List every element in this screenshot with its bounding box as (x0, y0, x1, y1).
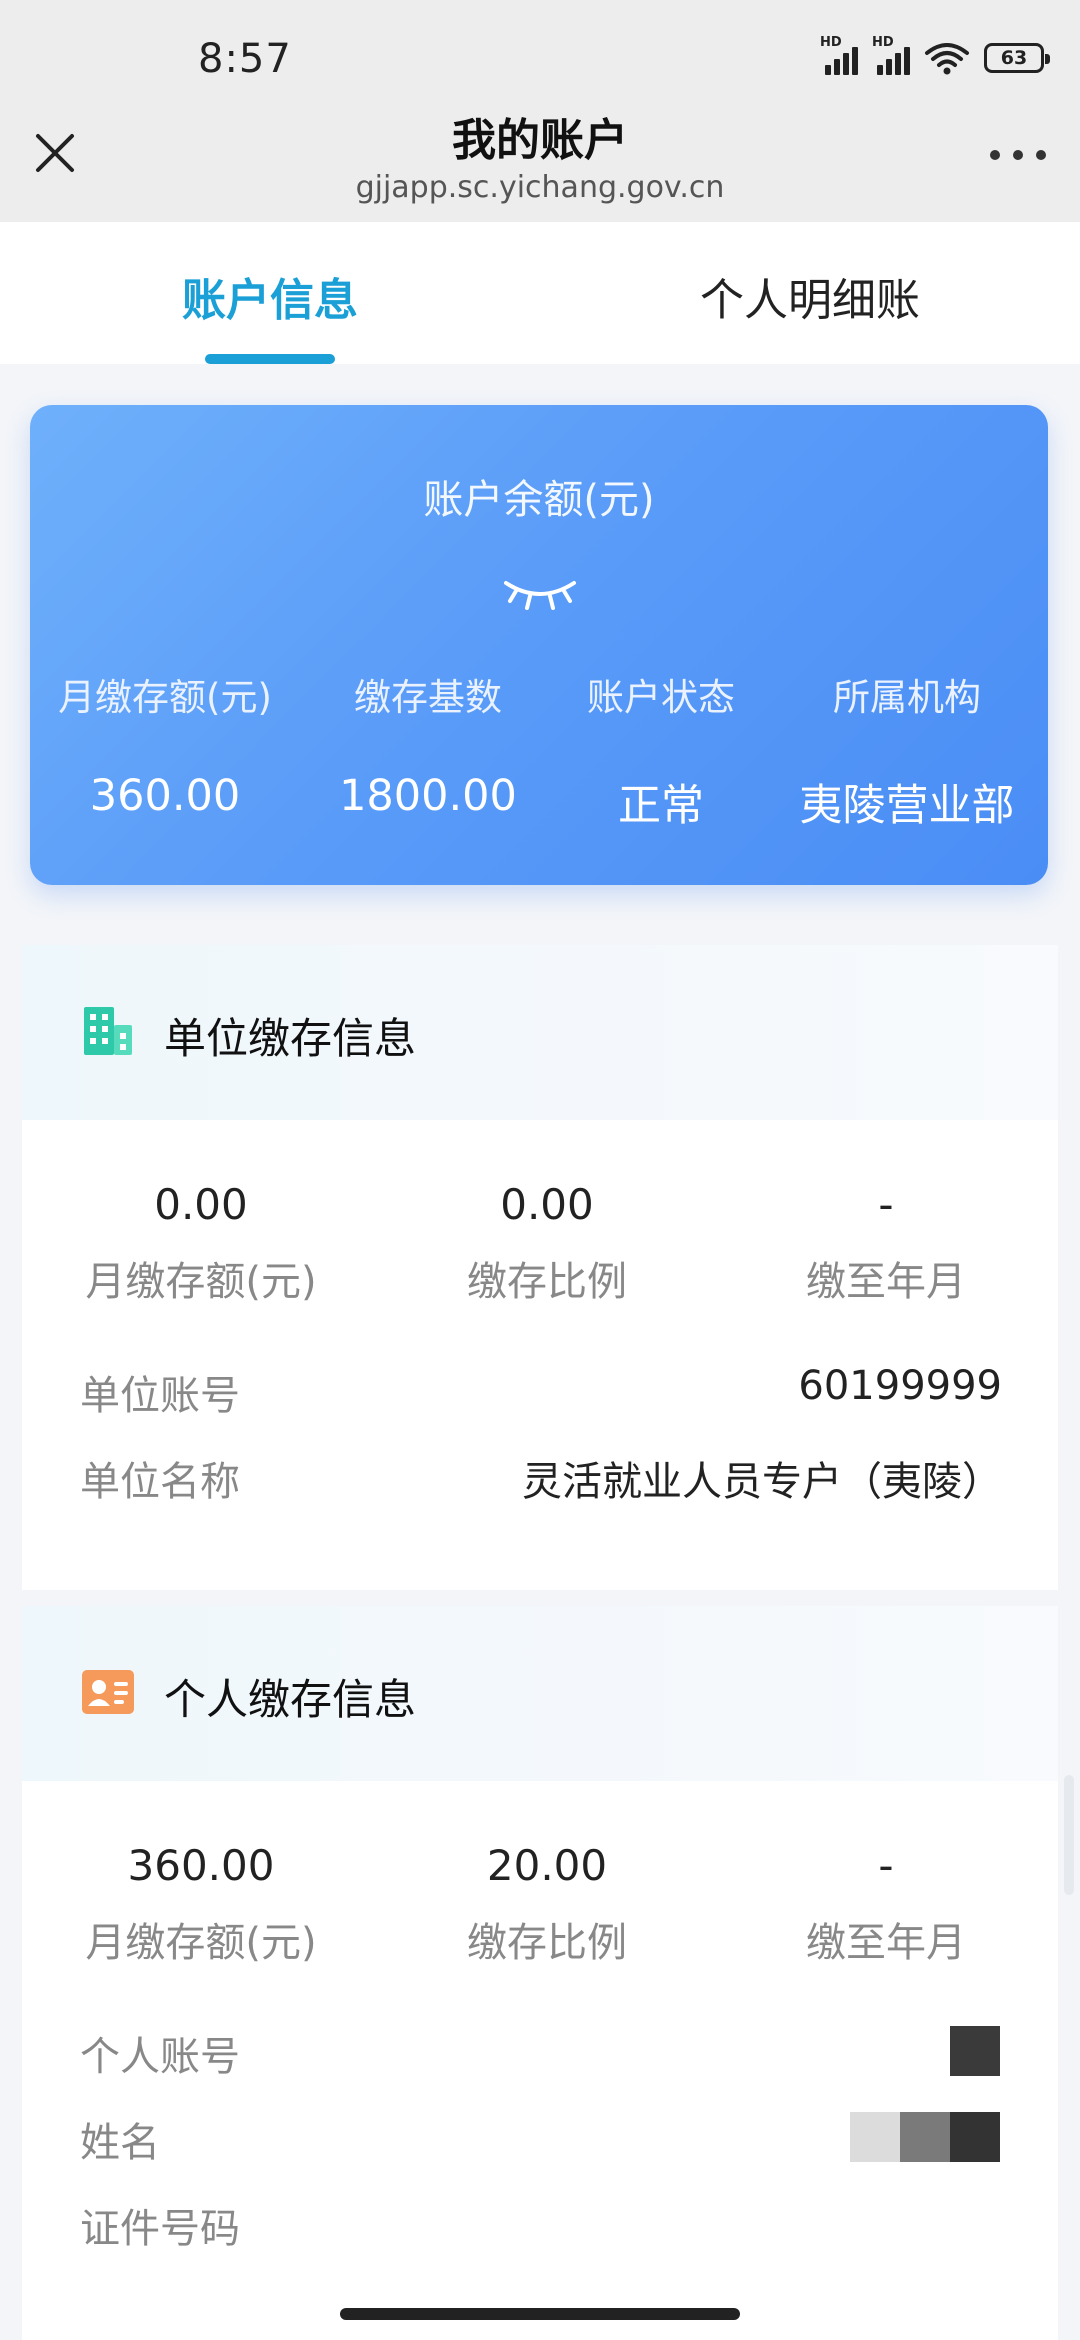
home-indicator[interactable] (340, 2308, 740, 2320)
balance-stats: 月缴存额(元) 360.00 缴存基数 1800.00 账户状态 正常 所属机构… (30, 667, 1048, 833)
unit-name: 灵活就业人员专户（夷陵） (522, 1459, 1002, 1505)
balance-card: 账户余额(元) 月缴存额(元) 360.00 缴存基数 1800.00 账户状态… (30, 405, 1048, 885)
row-label: 单位名称 (80, 1459, 240, 1505)
stat-value: 360.00 (89, 771, 241, 821)
unit-deposit-ratio: 0.00 缴存比例 (380, 1180, 714, 1307)
personal-name-row: 姓名 (22, 2110, 1058, 2196)
section-header: 单位缴存信息 (22, 945, 1058, 1120)
personal-stats: 360.00 月缴存额(元) 20.00 缴存比例 - 缴至年月 (22, 1781, 1058, 1968)
row-label: 个人账号 (80, 2034, 240, 2080)
cell-label: 缴存比例 (467, 1259, 627, 1305)
signal-hd-label: HD (820, 35, 842, 50)
unit-paid-until: - 缴至年月 (714, 1180, 1058, 1307)
battery-icon: 63 (984, 43, 1050, 73)
personal-paid-until: - 缴至年月 (714, 1841, 1058, 1968)
unit-stats: 0.00 月缴存额(元) 0.00 缴存比例 - 缴至年月 (22, 1120, 1058, 1307)
stat-value: 夷陵营业部 (799, 781, 1015, 831)
cell-label: 缴至年月 (806, 1920, 966, 1966)
wifi-icon (925, 43, 969, 75)
unit-deposit-section: 单位缴存信息 0.00 月缴存额(元) 0.00 缴存比例 - 缴至年月 单位账… (22, 945, 1058, 1590)
page-title: 我的账户 (452, 115, 628, 166)
section-header: 个人缴存信息 (22, 1606, 1058, 1781)
eye-closed-icon[interactable] (500, 573, 580, 613)
status-time: 8:57 (198, 36, 292, 82)
personal-deposit-section: 个人缴存信息 360.00 月缴存额(元) 20.00 缴存比例 - 缴至年月 … (22, 1606, 1058, 2340)
section-title: 单位缴存信息 (164, 1014, 417, 1063)
stat-label: 缴存基数 (354, 676, 502, 719)
signal-hd-label: HD (872, 35, 894, 50)
section-title: 个人缴存信息 (164, 1675, 417, 1724)
personal-monthly-deposit: 360.00 月缴存额(元) (22, 1841, 380, 1968)
balance-label: 账户余额(元) (423, 477, 655, 523)
status-icons: HD HD 63 (820, 35, 1050, 78)
signal-icon: HD (820, 35, 858, 75)
building-icon (84, 1007, 132, 1055)
personal-account-row: 个人账号 (22, 2024, 1058, 2110)
id-card-icon (82, 1670, 134, 1714)
tab-personal-ledger[interactable]: 个人明细账 (540, 222, 1080, 364)
row-label: 姓名 (80, 2120, 160, 2166)
cell-label: 缴存比例 (467, 1920, 627, 1966)
row-label: 证件号码 (80, 2206, 240, 2252)
stat-value: 正常 (618, 781, 704, 831)
unit-account-row: 单位账号 60199999 (22, 1363, 1058, 1449)
stat-account-status: 账户状态 正常 (556, 667, 766, 833)
cell-label: 月缴存额(元) (85, 1920, 317, 1966)
top-bar: 8:57 HD HD 63 我的账户 gjjapp.sc.yichang.gov… (0, 0, 1080, 222)
stat-label: 账户状态 (587, 676, 735, 719)
cell-label: 月缴存额(元) (85, 1259, 317, 1305)
tab-bar: 账户信息 个人明细账 (0, 222, 1080, 364)
stat-deposit-base: 缴存基数 1800.00 (300, 667, 556, 833)
cell-value: - (878, 1180, 894, 1229)
cell-value: 360.00 (127, 1841, 275, 1890)
unit-account-number: 60199999 (798, 1363, 1002, 1409)
page-url: gjjapp.sc.yichang.gov.cn (355, 170, 725, 205)
stat-value: 1800.00 (339, 771, 517, 821)
personal-deposit-ratio: 20.00 缴存比例 (380, 1841, 714, 1968)
unit-monthly-deposit: 0.00 月缴存额(元) (22, 1180, 380, 1307)
cell-value: - (878, 1841, 894, 1890)
signal-icon: HD (872, 35, 910, 75)
tab-active-indicator (205, 354, 335, 364)
more-dots-icon[interactable] (990, 140, 1046, 170)
stat-institution: 所属机构 夷陵营业部 (766, 667, 1048, 833)
stat-label: 月缴存额(元) (58, 676, 272, 719)
personal-id-row: 证件号码 (22, 2196, 1058, 2282)
row-label: 单位账号 (80, 1373, 240, 1419)
cell-value: 20.00 (486, 1841, 608, 1890)
stat-label: 所属机构 (833, 676, 981, 719)
cell-value: 0.00 (154, 1180, 248, 1229)
masked-value (850, 2112, 1000, 2162)
tab-account-info[interactable]: 账户信息 (0, 222, 540, 364)
cell-value: 0.00 (500, 1180, 594, 1229)
cell-label: 缴至年月 (806, 1259, 966, 1305)
scrollbar-thumb[interactable] (1064, 1775, 1074, 1895)
stat-monthly-deposit: 月缴存额(元) 360.00 (30, 667, 300, 833)
unit-name-row: 单位名称 灵活就业人员专户（夷陵） (22, 1449, 1058, 1535)
masked-value (950, 2026, 1000, 2076)
